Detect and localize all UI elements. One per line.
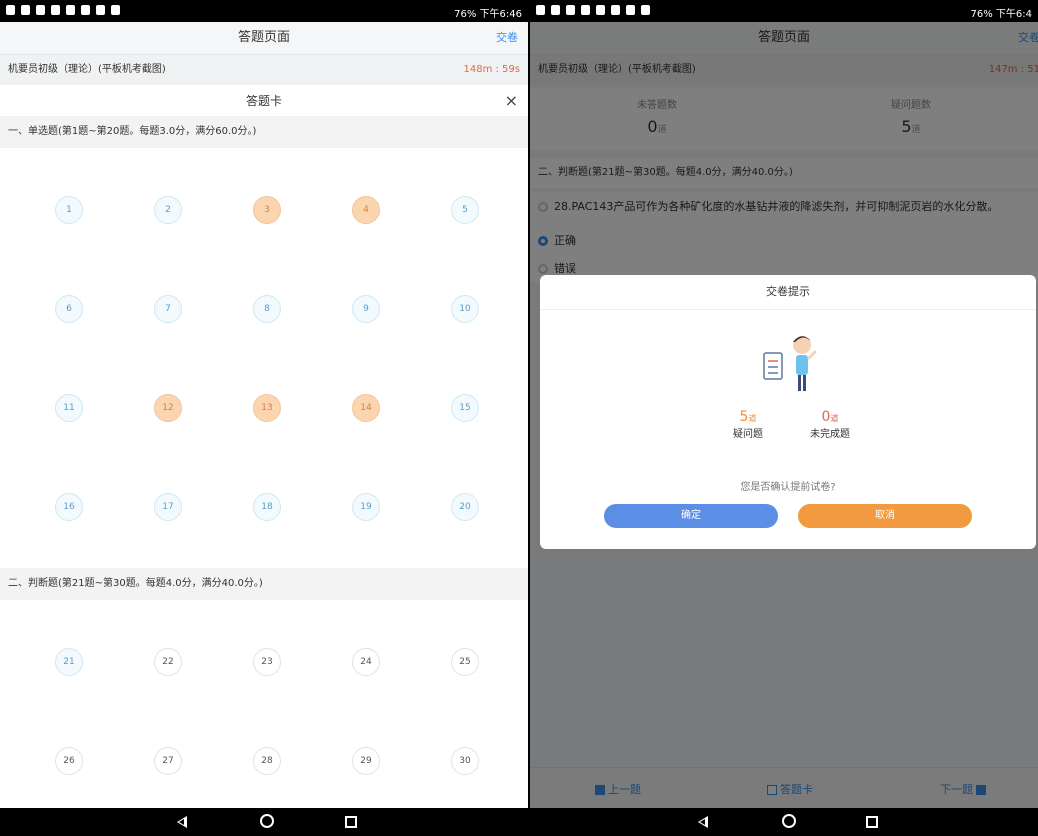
question-number-button[interactable]: 7 [154,295,182,323]
answer-card-screen: 76% 下午6:46 答题页面 交卷 机要员初级（理论）(平板机考截图) 148… [0,0,528,836]
status-right: 76% 下午6:46 [454,9,522,20]
modal-incomplete-stat: 0道 未完成题 [790,409,870,440]
question-grid-single-choice: 1 2 3 4 5 6 7 8 9 10 11 12 13 14 15 16 17 18 19 20 [0,148,528,568]
modal-title: 交卷提示 [540,275,1036,310]
answer-card-title: 答题卡 [245,94,282,108]
answer-card-header: 答题卡 × [0,86,528,116]
question-number-button[interactable]: 13 [253,394,281,422]
confirm-text: 您是否确认提前试卷? [740,482,836,493]
home-icon[interactable] [782,814,796,828]
question-number-button[interactable]: 11 [55,394,83,422]
status-bar: 76% 下午6:46 [0,0,528,22]
modal-incomplete-label: 未完成题 [810,429,850,440]
submit-button[interactable]: 交卷 [496,22,518,54]
question-number-button[interactable]: 6 [55,295,83,323]
question-number-button[interactable]: 23 [253,648,281,676]
question-number-button[interactable]: 5 [451,196,479,224]
question-number-button[interactable]: 29 [352,747,380,775]
question-number-button[interactable]: 16 [55,493,83,521]
recents-icon[interactable] [866,816,878,828]
question-number-button[interactable]: 22 [154,648,182,676]
notification-icons [6,5,120,15]
title-bar: 答题页面 交卷 [0,22,528,55]
back-icon[interactable] [177,816,187,828]
timer: 148m : 59s [463,64,521,75]
modal-doubt-unit: 道 [748,414,757,423]
system-nav-bar [530,808,1038,836]
back-icon[interactable] [698,816,708,828]
exam-name: 机要员初级（理论）(平板机考截图) [8,64,166,75]
notification-icons [536,5,650,15]
question-number-button[interactable]: 2 [154,196,182,224]
home-icon[interactable] [260,814,274,828]
answer-card: 答题卡 × 一、单选题(第1题~第20题。每题3.0分，满分60.0分。) 12… [0,86,528,808]
question-number-button[interactable]: 28 [253,747,281,775]
question-number-button[interactable]: 8 [253,295,281,323]
question-number-button[interactable]: 3 [253,196,281,224]
section-header-judgement: 二、判断题(第21题~第30题。每题4.0分，满分40.0分。) [0,568,528,600]
question-number-button[interactable]: 30 [451,747,479,775]
question-grid-judgement: 21 22 23 24 25 26 27 28 29 30 [0,600,528,800]
modal-incomplete-unit: 道 [830,414,839,423]
question-number-button[interactable]: 25 [451,648,479,676]
page-title: 答题页面 [237,30,290,45]
question-number-button[interactable]: 14 [352,394,380,422]
cancel-button[interactable]: 取消 [798,504,972,528]
question-number-button[interactable]: 20 [451,493,479,521]
clipboard-person-illustration [763,336,818,391]
submit-modal: 交卷提示 5道 疑问题 0道 未完成题 您是否确认提前试卷? 确定 取消 [540,275,1036,549]
status-bar: 76% 下午6:4 [530,0,1038,22]
question-number-button[interactable]: 18 [253,493,281,521]
recents-icon[interactable] [345,816,357,828]
confirm-button[interactable]: 确定 [604,504,778,528]
question-number-button[interactable]: 27 [154,747,182,775]
question-number-button[interactable]: 21 [55,648,83,676]
section-header-single-choice: 一、单选题(第1题~第20题。每题3.0分，满分60.0分。) [0,116,528,148]
question-number-button[interactable]: 4 [352,196,380,224]
modal-doubt-label: 疑问题 [733,429,763,440]
question-number-button[interactable]: 10 [451,295,479,323]
submit-confirm-screen: 76% 下午6:4 答题页面 交卷 机要员初级（理论）(平板机考截图) 147m… [530,0,1038,836]
status-right: 76% 下午6:4 [970,9,1033,20]
question-number-button[interactable]: 19 [352,493,380,521]
system-nav-bar [0,808,528,836]
modal-doubt-stat: 5道 疑问题 [708,409,788,440]
question-number-button[interactable]: 9 [352,295,380,323]
close-icon[interactable]: × [505,86,518,116]
question-number-button[interactable]: 26 [55,747,83,775]
question-number-button[interactable]: 12 [154,394,182,422]
question-number-button[interactable]: 17 [154,493,182,521]
question-number-button[interactable]: 24 [352,648,380,676]
question-number-button[interactable]: 1 [55,196,83,224]
question-number-button[interactable]: 15 [451,394,479,422]
exam-info: 机要员初级（理论）(平板机考截图) 148m : 59s [0,55,528,85]
